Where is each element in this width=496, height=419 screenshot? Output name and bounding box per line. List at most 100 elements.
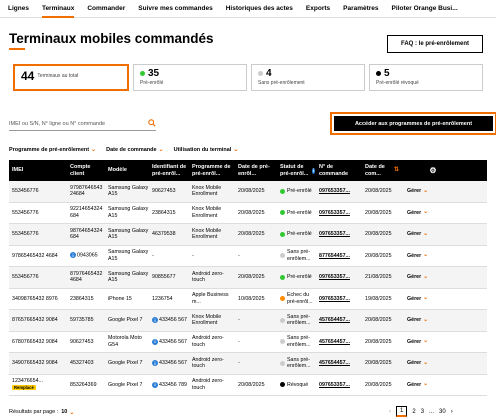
manage-button[interactable]: Gérer ⌄ <box>407 317 442 324</box>
search-input[interactable]: IMEI ou S/N, N° ligne ou N° commande <box>9 117 156 131</box>
search-icon[interactable] <box>148 118 156 129</box>
manage-button[interactable]: Gérer ⌄ <box>407 209 442 216</box>
header-programme[interactable]: Programme de pré-enrôl... <box>189 164 235 177</box>
cell-date-com: 19/08/2025 <box>365 295 392 302</box>
page-button[interactable]: 1 <box>396 406 408 417</box>
header-identifiant[interactable]: Identifiant de pré-enrôl... <box>149 164 189 177</box>
page-button[interactable]: 30 <box>439 409 446 415</box>
cell-commande[interactable]: 877654457... <box>316 253 362 259</box>
table-row[interactable]: 34907665432 9084 45327403 Google Pixel 7i4… <box>9 353 487 375</box>
table-row[interactable]: 123476654... Remplacé 853264369 Google Pixe… <box>9 375 487 396</box>
card-pre-enrolled[interactable]: 35 Pré-enrôlé <box>133 64 247 91</box>
cell-commande[interactable]: 097653357... <box>316 188 362 194</box>
table-row[interactable]: 34098765432 8976 23864315 iPhone 15 1236754… <box>9 289 487 310</box>
cell-compte: 90627453 <box>67 339 105 345</box>
settings-icon[interactable]: ⚙ <box>421 166 442 175</box>
statut-value: Sans pré-enrôlem... <box>287 249 311 262</box>
table-row[interactable]: 553456776 97987646543 24684 Samsung Galaxy… <box>9 181 487 203</box>
filter-program[interactable]: Programme de pré-enrôlement ⌄ <box>9 146 96 154</box>
table-row[interactable]: 553456776 87976465432 4684 Samsung Galaxy … <box>9 267 487 289</box>
manage-button[interactable]: Gérer ⌄ <box>407 252 442 259</box>
manage-button[interactable]: Gérer ⌄ <box>407 188 442 195</box>
info-icon[interactable]: i <box>152 360 158 367</box>
info-icon[interactable]: i <box>152 381 158 388</box>
per-page-select[interactable]: 10 ⌄ <box>61 409 74 416</box>
cell-commande[interactable]: 097653357... <box>316 210 362 216</box>
nav-item-7[interactable]: Piloter Orange Busi... <box>392 0 458 18</box>
nav-item-4[interactable]: Historiques des actes <box>226 0 293 18</box>
cell-statut: Pré-enrôlé <box>277 210 316 216</box>
table-row[interactable]: 97865465432 4684 i 0943065 Samsung Galaxy A… <box>9 246 487 267</box>
stat-cards: 44 Terminaux au total 35 Pré-enrôlé 4 Sa… <box>13 64 483 91</box>
manage-button[interactable]: Gérer ⌄ <box>407 360 442 367</box>
cell-commande[interactable]: 457654457... <box>316 317 362 323</box>
cell-commande[interactable]: 457654457... <box>316 360 362 366</box>
cell-modele: Samsung Galaxy A15 <box>108 206 149 219</box>
compte-value: 23864315 <box>70 295 94 302</box>
manage-button[interactable]: Gérer ⌄ <box>407 338 442 345</box>
nav-item-3[interactable]: Suivre mes commandes <box>138 0 212 18</box>
cell-statut: Pré-enrôlé <box>277 274 316 280</box>
cell-commande[interactable]: 097653357... <box>316 231 362 237</box>
cell-commande[interactable]: 457654457... <box>316 339 362 345</box>
info-icon[interactable]: i <box>70 252 76 259</box>
cell-programme: Android zero-touch <box>192 335 224 348</box>
statut-value: Pré-enrôlé <box>287 274 312 281</box>
filter-order-date[interactable]: Date de commande ⌄ <box>106 146 163 154</box>
card-total[interactable]: 44 Terminaux au total <box>13 64 129 91</box>
chevron-down-icon: ⌄ <box>423 230 429 237</box>
header-compte[interactable]: Compte client <box>67 164 105 177</box>
manage-button[interactable]: Gérer ⌄ <box>407 381 442 388</box>
header-imei[interactable]: IMEI <box>9 167 67 173</box>
next-page-icon[interactable]: › <box>451 409 453 415</box>
nav-item-5[interactable]: Exports <box>306 0 330 18</box>
manage-button[interactable]: Gérer ⌄ <box>407 274 442 281</box>
imei-value: 553456776 <box>12 188 39 195</box>
info-icon[interactable]: i <box>152 317 158 324</box>
cell-programme: Knox Mobile Enrollment <box>192 206 222 219</box>
nav-item-2[interactable]: Commander <box>87 0 125 18</box>
cell-imei: 553456776 <box>9 231 67 237</box>
header-modele[interactable]: Modèle <box>105 167 149 173</box>
header-commande[interactable]: N° de commande <box>316 164 362 177</box>
filter-usage[interactable]: Utilisation du terminal ⌄ <box>174 146 239 154</box>
status-dot-icon <box>280 317 285 323</box>
cell-commande[interactable]: 097653357... <box>316 296 362 302</box>
page-button[interactable]: 2 <box>412 409 415 415</box>
header-statut[interactable]: Statut de pré-enrôl... i <box>277 164 316 177</box>
cell-statut: Sans pré-enrôlem... <box>277 249 316 262</box>
per-page: Résultats par page : 10 ⌄ <box>9 409 74 416</box>
sort-icon[interactable]: ⇅ <box>394 167 399 174</box>
per-page-label: Résultats par page : <box>9 409 59 415</box>
manage-button[interactable]: Gérer ⌄ <box>407 231 442 238</box>
cell-date-com: 20/08/2025 <box>365 188 392 195</box>
faq-button[interactable]: FAQ : le pré-enrôlement <box>387 35 483 53</box>
cell-identifiant: i 433456 567 <box>149 360 189 367</box>
page-button[interactable]: 3 <box>421 409 424 415</box>
statut-value: Pré-enrôlé <box>287 188 312 195</box>
table-row[interactable]: 67807665432 9084 90627453 Motorola Moto G5… <box>9 332 487 353</box>
cell-commande[interactable]: 097653357... <box>316 274 362 280</box>
card-revoked[interactable]: 5 Pré-enrôlé révoqué <box>369 64 483 91</box>
table-row[interactable]: 553456776 92214654324 684 Samsung Galaxy A… <box>9 203 487 224</box>
table-row[interactable]: 553456776 98764654324 684 Samsung Galaxy A… <box>9 224 487 246</box>
card-total-value: 44 <box>21 69 35 83</box>
header-date-pre[interactable]: Date de pré-enrôl... <box>235 164 277 177</box>
info-icon[interactable]: i <box>311 167 315 174</box>
table-row[interactable]: 87657665432 9084 59735785 Google Pixel 7i4… <box>9 310 487 332</box>
manage-button[interactable]: Gérer ⌄ <box>407 295 442 302</box>
card-no-enrollment[interactable]: 4 Sans pré-enrôlement <box>251 64 365 91</box>
access-programs-button[interactable]: Accéder aux programmes de pré-enrôlement <box>330 112 496 135</box>
chevron-down-icon: ⌄ <box>423 209 429 216</box>
nav-item-1[interactable]: Terminaux <box>41 0 75 18</box>
chevron-down-icon: ⌄ <box>423 295 429 302</box>
cell-identifiant: i 433456 567 <box>149 317 189 324</box>
cell-programme: Knox Mobile Enrollment <box>192 227 222 241</box>
nav-item-0[interactable]: Lignes <box>8 0 29 18</box>
cell-commande[interactable]: 097653357... <box>316 382 362 388</box>
prev-page-icon[interactable]: ‹ <box>389 409 391 415</box>
header-date-com[interactable]: Date de com... ⇅ <box>362 164 399 177</box>
nav-item-6[interactable]: Paramètres <box>343 0 378 18</box>
info-icon[interactable]: i <box>152 338 158 345</box>
cell-compte: 98764654324 684 <box>67 228 105 241</box>
